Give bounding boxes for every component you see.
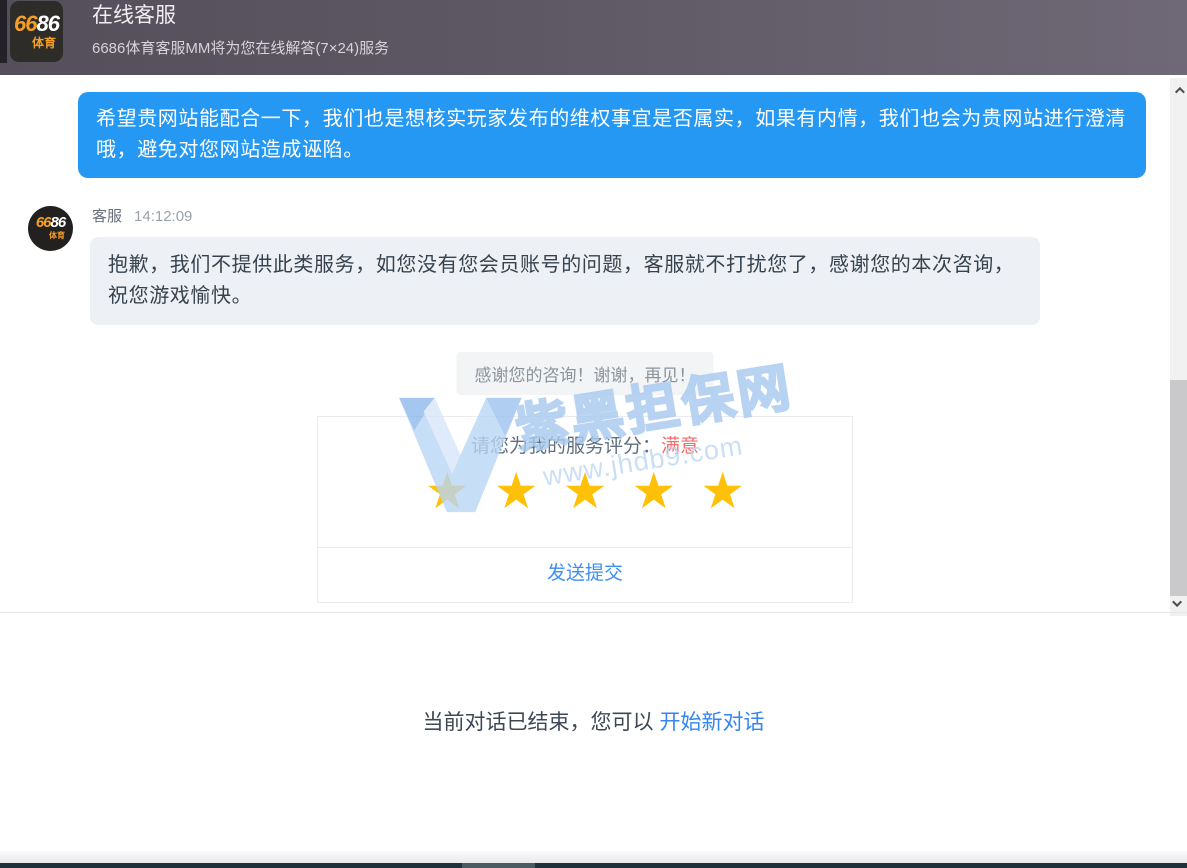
brand-logo-number: 6686 <box>10 13 63 35</box>
chevron-down-icon <box>1172 597 1182 607</box>
page-title: 在线客服 <box>92 3 176 29</box>
system-notice: 感谢您的咨询！谢谢，再见！ <box>457 352 714 395</box>
scroll-up-button[interactable] <box>1170 82 1187 99</box>
star-icon[interactable]: ★ <box>494 465 539 517</box>
agent-avatar: 6686 体育 <box>28 206 73 251</box>
chat-scrollbar[interactable] <box>1170 78 1187 616</box>
rating-card-top: 请您为我的服务评分：满意 ★ ★ ★ ★ ★ <box>318 417 852 548</box>
submit-rating-button[interactable]: 发送提交 <box>318 548 852 600</box>
brand-logo: 6686 体育 <box>10 1 63 62</box>
chevron-up-icon <box>1175 87 1185 97</box>
start-new-chat-link[interactable]: 开始新对话 <box>660 711 765 734</box>
rating-card: 请您为我的服务评分：满意 ★ ★ ★ ★ ★ 发送提交 <box>317 416 853 603</box>
chat-message-area: 希望贵网站能配合一下，我们也是想核实玩家发布的维权事宜是否属实，如果有内情，我们… <box>0 75 1170 612</box>
conversation-ended-line: 当前对话已结束，您可以开始新对话 <box>0 706 1187 736</box>
bottom-gradient-band <box>0 851 1187 863</box>
agent-name: 客服 <box>92 208 122 225</box>
rating-prompt: 请您为我的服务评分：满意 <box>318 434 852 460</box>
conversation-ended-text: 当前对话已结束，您可以 <box>423 711 654 734</box>
page-subtitle: 6686体育客服MM将为您在线解答(7×24)服务 <box>92 37 389 58</box>
scrollbar-thumb[interactable] <box>1170 380 1187 596</box>
message-timestamp: 14:12:09 <box>134 208 192 225</box>
taskbar-edge <box>0 863 1187 868</box>
star-icon[interactable]: ★ <box>425 465 470 517</box>
visitor-message-bubble: 希望贵网站能配合一下，我们也是想核实玩家发布的维权事宜是否属实，如果有内情，我们… <box>78 92 1146 178</box>
chat-header: 6686 体育 在线客服 6686体育客服MM将为您在线解答(7×24)服务 <box>0 0 1187 75</box>
star-rating: ★ ★ ★ ★ ★ <box>318 465 852 517</box>
rating-selected-option[interactable]: 满意 <box>661 436 699 457</box>
star-icon[interactable]: ★ <box>700 465 745 517</box>
agent-message-bubble: 抱歉，我们不提供此类服务，如您没有您会员账号的问题，客服就不打扰您了，感谢您的本… <box>90 237 1040 325</box>
taskbar-edge-highlight <box>462 863 535 868</box>
agent-meta: 客服 14:12:09 <box>92 205 192 226</box>
brand-logo-sub: 体育 <box>10 34 63 51</box>
star-icon[interactable]: ★ <box>631 465 676 517</box>
agent-avatar-sub: 体育 <box>28 230 73 241</box>
section-divider <box>0 612 1187 613</box>
agent-avatar-number: 6686 <box>28 215 73 230</box>
rating-prompt-text: 请您为我的服务评分： <box>471 436 661 457</box>
window-edge <box>0 0 7 63</box>
scroll-down-button[interactable] <box>1170 595 1187 612</box>
star-icon[interactable]: ★ <box>563 465 608 517</box>
